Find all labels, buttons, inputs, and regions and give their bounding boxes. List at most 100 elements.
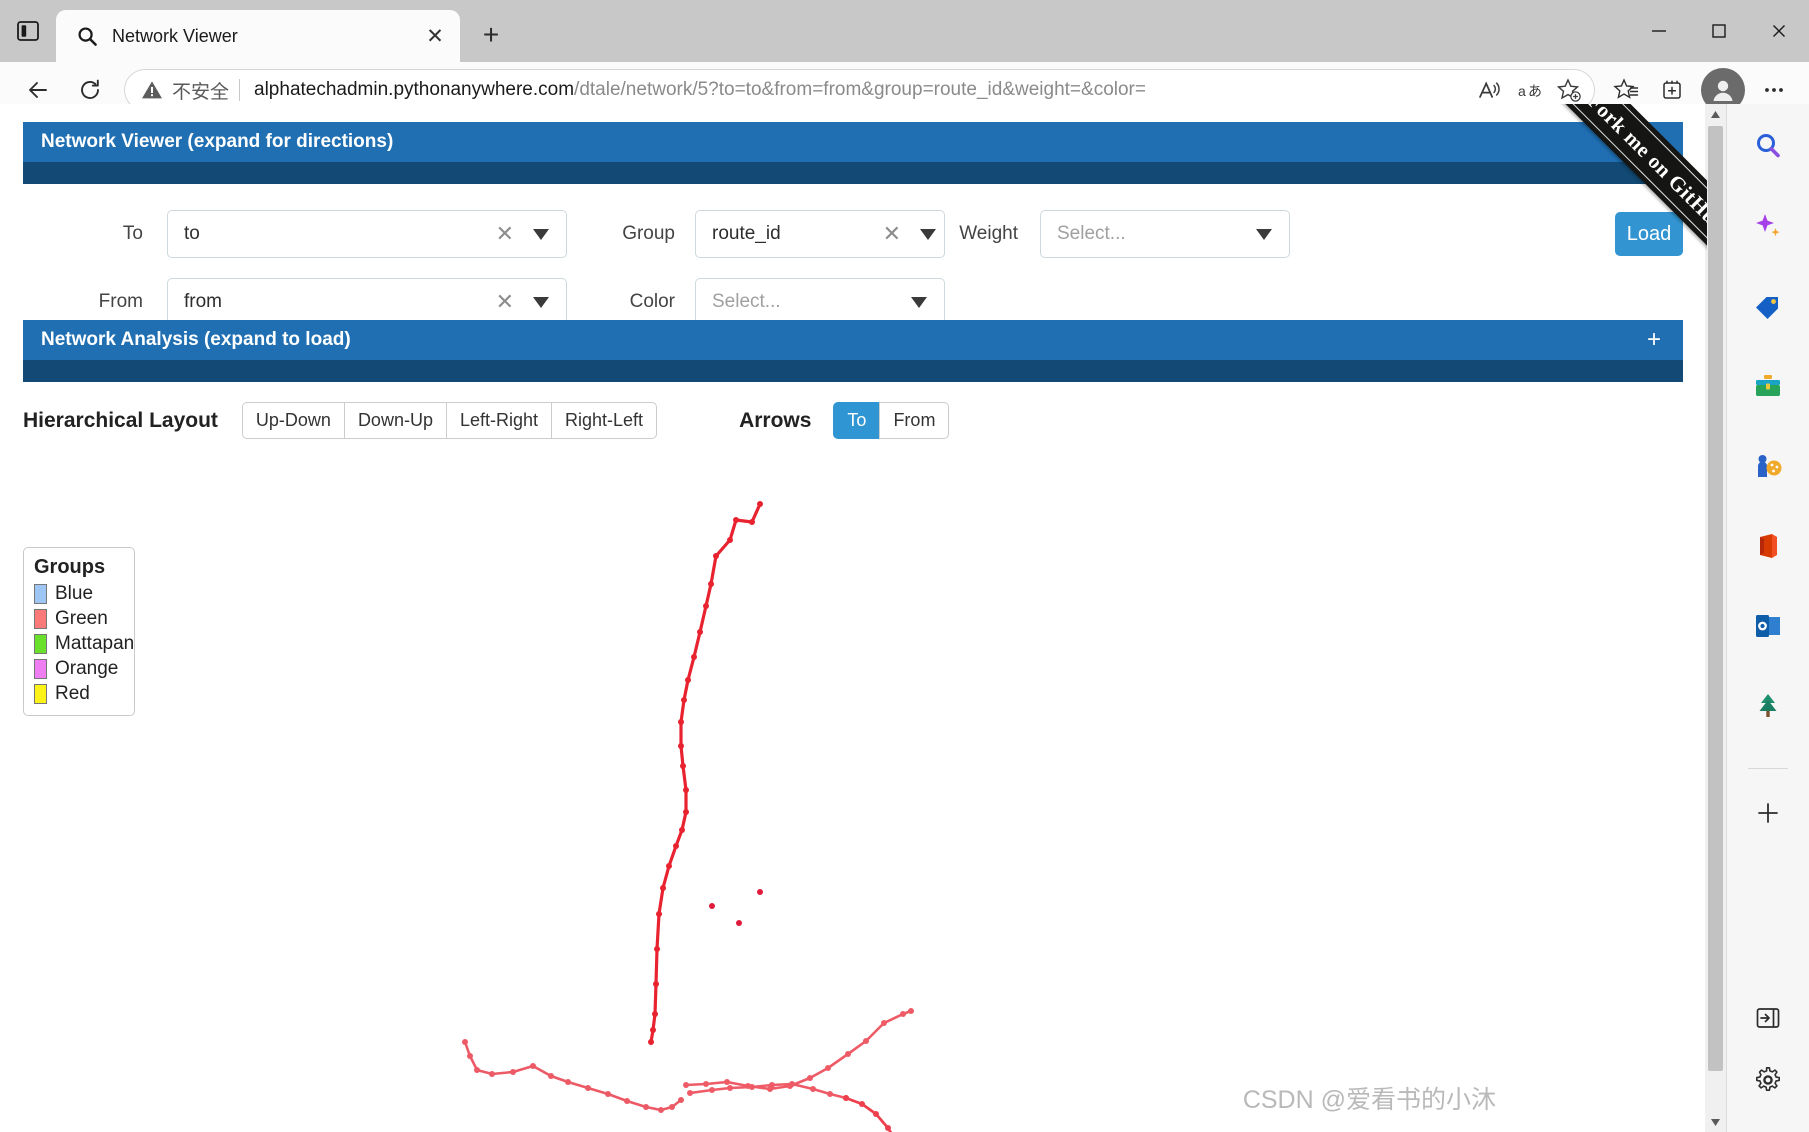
graph-node[interactable]: [474, 1067, 480, 1073]
graph-node[interactable]: [885, 1125, 891, 1131]
graph-node[interactable]: [881, 1020, 887, 1026]
graph-node[interactable]: [709, 903, 715, 909]
graph-node[interactable]: [510, 1069, 516, 1075]
graph-node[interactable]: [736, 920, 742, 926]
graph-node[interactable]: [703, 603, 709, 609]
from-clear-icon[interactable]: ✕: [486, 289, 524, 315]
graph-node[interactable]: [605, 1091, 611, 1097]
graph-node[interactable]: [678, 1097, 684, 1103]
minimize-button[interactable]: [1629, 0, 1689, 62]
graph-node[interactable]: [757, 889, 763, 895]
shopping-tag-icon[interactable]: [1744, 282, 1792, 330]
legend-item[interactable]: Red: [34, 683, 124, 705]
graph-node[interactable]: [859, 1101, 865, 1107]
graph-edge-red-main-trunk[interactable]: [649, 502, 762, 1044]
arrows-to-button[interactable]: To: [833, 402, 880, 439]
graph-node[interactable]: [669, 1104, 675, 1110]
graph-node[interactable]: [724, 1079, 730, 1085]
graph-node[interactable]: [660, 885, 666, 891]
page-scrollbar[interactable]: [1705, 104, 1726, 1132]
tab-actions-icon[interactable]: [0, 0, 56, 62]
layout-left-right-button[interactable]: Left-Right: [445, 402, 552, 439]
new-tab-button[interactable]: +: [468, 12, 514, 58]
graph-node[interactable]: [650, 1027, 656, 1033]
scroll-up-arrow[interactable]: [1705, 104, 1726, 124]
graph-edge-red-southeast-branch[interactable]: [844, 1096, 985, 1132]
graph-node[interactable]: [489, 1071, 495, 1077]
graph-node[interactable]: [825, 1065, 831, 1071]
graph-node[interactable]: [685, 677, 691, 683]
arrows-from-button[interactable]: From: [879, 402, 950, 439]
games-icon[interactable]: [1744, 442, 1792, 490]
group-select[interactable]: route_id ✕: [695, 210, 945, 258]
graph-node[interactable]: [691, 654, 697, 660]
legend-item[interactable]: Orange: [34, 658, 124, 680]
outlook-icon[interactable]: [1744, 602, 1792, 650]
graph-node[interactable]: [749, 1084, 755, 1090]
graph-node[interactable]: [658, 1107, 664, 1113]
color-select[interactable]: Select...: [695, 278, 945, 326]
graph-node[interactable]: [810, 1086, 816, 1092]
graph-node[interactable]: [654, 946, 660, 952]
graph-node[interactable]: [697, 629, 703, 635]
graph-node[interactable]: [648, 1039, 654, 1045]
graph-node[interactable]: [652, 1011, 658, 1017]
graph-node[interactable]: [845, 1051, 851, 1057]
tools-icon[interactable]: [1744, 362, 1792, 410]
legend-item[interactable]: Green: [34, 608, 124, 630]
graph-node[interactable]: [757, 501, 763, 507]
weight-select[interactable]: Select...: [1040, 210, 1290, 258]
copilot-icon[interactable]: [1744, 202, 1792, 250]
network-viewer-header[interactable]: Network Viewer (expand for directions): [23, 122, 1683, 162]
expand-network-analysis-icon[interactable]: +: [1647, 328, 1661, 352]
graph-node[interactable]: [713, 553, 719, 559]
graph-node[interactable]: [703, 1081, 709, 1087]
graph-node[interactable]: [679, 827, 685, 833]
graph-node[interactable]: [709, 1087, 715, 1093]
graph-node[interactable]: [681, 697, 687, 703]
graph-node[interactable]: [749, 519, 755, 525]
graph-node[interactable]: [843, 1095, 849, 1101]
scrollbar-thumb[interactable]: [1708, 126, 1723, 1071]
graph-node[interactable]: [624, 1098, 630, 1104]
network-graph[interactable]: [0, 494, 1706, 1132]
browser-tab[interactable]: Network Viewer ✕: [56, 10, 460, 62]
network-graph-canvas[interactable]: [0, 494, 1706, 1132]
graph-node[interactable]: [462, 1039, 468, 1045]
add-sidebar-icon[interactable]: [1744, 789, 1792, 837]
graph-node[interactable]: [873, 1111, 879, 1117]
close-tab-icon[interactable]: ✕: [420, 21, 450, 51]
graph-node[interactable]: [727, 1085, 733, 1091]
graph-node[interactable]: [827, 1091, 833, 1097]
graph-node[interactable]: [548, 1073, 554, 1079]
graph-node[interactable]: [585, 1085, 591, 1091]
graph-node[interactable]: [680, 763, 686, 769]
graph-edge-red-east-branch-upper[interactable]: [684, 1009, 913, 1091]
expand-sidebar-icon[interactable]: [1744, 994, 1792, 1042]
network-analysis-header[interactable]: Network Analysis (expand to load) +: [23, 320, 1683, 360]
graph-node[interactable]: [900, 1011, 906, 1017]
graph-edge-red-northwest-branch[interactable]: [463, 1040, 683, 1112]
graph-node[interactable]: [530, 1063, 536, 1069]
graph-node[interactable]: [908, 1008, 914, 1014]
legend-item[interactable]: Blue: [34, 583, 124, 605]
layout-up-down-button[interactable]: Up-Down: [241, 402, 344, 439]
from-select[interactable]: from ✕: [167, 278, 567, 326]
chevron-down-icon[interactable]: [533, 296, 549, 308]
graph-node[interactable]: [683, 1082, 689, 1088]
graph-node[interactable]: [807, 1075, 813, 1081]
group-clear-icon[interactable]: ✕: [873, 221, 911, 247]
graph-node[interactable]: [708, 581, 714, 587]
graph-node[interactable]: [769, 1082, 775, 1088]
office-icon[interactable]: [1744, 522, 1792, 570]
chevron-down-icon[interactable]: [920, 228, 936, 240]
graph-node[interactable]: [653, 981, 659, 987]
layout-right-left-button[interactable]: Right-Left: [551, 402, 658, 439]
graph-node[interactable]: [687, 1090, 693, 1096]
load-button[interactable]: Load: [1615, 212, 1683, 256]
graph-node[interactable]: [683, 787, 689, 793]
graph-node[interactable]: [683, 809, 689, 815]
graph-node[interactable]: [643, 1104, 649, 1110]
to-select[interactable]: to ✕: [167, 210, 567, 258]
chevron-down-icon[interactable]: [533, 228, 549, 240]
